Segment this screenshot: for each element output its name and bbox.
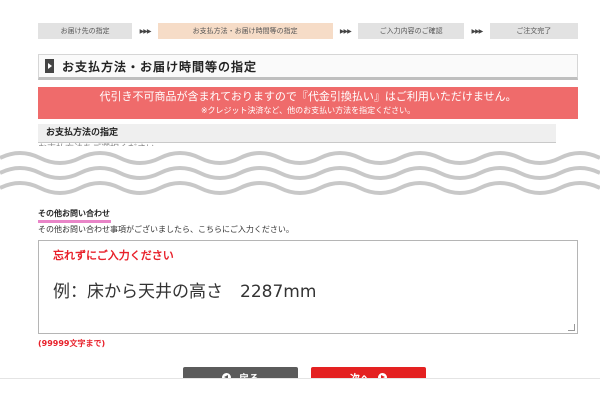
textarea-example-text: 例：床から天井の高さ 2287mm	[53, 282, 317, 302]
step-arrow-icon: ▶▶▶	[471, 27, 483, 35]
textarea-reminder-text: 忘れずにご入力ください	[53, 249, 174, 262]
page-title: お支払方法・お届け時間等の指定	[62, 59, 258, 74]
notice-main-text: 代引き不可商品が含まれておりますので『代金引換払い』はご利用いただけません。	[99, 90, 517, 103]
notice-sub-text: ※クレジット決済など、他のお支払い方法を指定ください。	[200, 106, 416, 115]
wavy-cut-separator	[0, 146, 600, 200]
step-complete: ご注文完了	[489, 23, 578, 39]
step-arrow-icon: ▶▶▶	[139, 27, 152, 35]
step-payment-delivery-time: お支払方法・お届け時間等の指定	[157, 23, 333, 39]
checkout-steps: お届け先の指定 ▶▶▶ お支払方法・お届け時間等の指定 ▶▶▶ ご入力内容のご確…	[38, 22, 578, 40]
char-limit-note: (99999文字まで)	[38, 339, 106, 348]
step-confirm: ご入力内容のご確認	[358, 23, 465, 39]
cod-unavailable-notice: 代引き不可商品が含まれておりますので『代金引換払い』はご利用いただけません。 ※…	[38, 87, 578, 119]
payment-method-heading: お支払方法の指定	[38, 124, 556, 143]
step-delivery-address: お届け先の指定	[38, 23, 133, 39]
inquiry-textarea[interactable]: 忘れずにご入力ください 例：床から天井の高さ 2287mm	[38, 240, 578, 334]
resize-grip-icon[interactable]	[568, 324, 575, 331]
step-arrow-icon: ▶▶▶	[339, 27, 352, 35]
triangle-right-icon	[45, 59, 54, 73]
inquiry-description: その他お問い合わせ事項がございましたら、こちらにご入力ください。	[38, 225, 294, 234]
page-cutoff	[0, 378, 600, 400]
inquiry-heading: その他お問い合わせ	[38, 209, 111, 223]
section-header: お支払方法・お届け時間等の指定	[38, 54, 578, 80]
